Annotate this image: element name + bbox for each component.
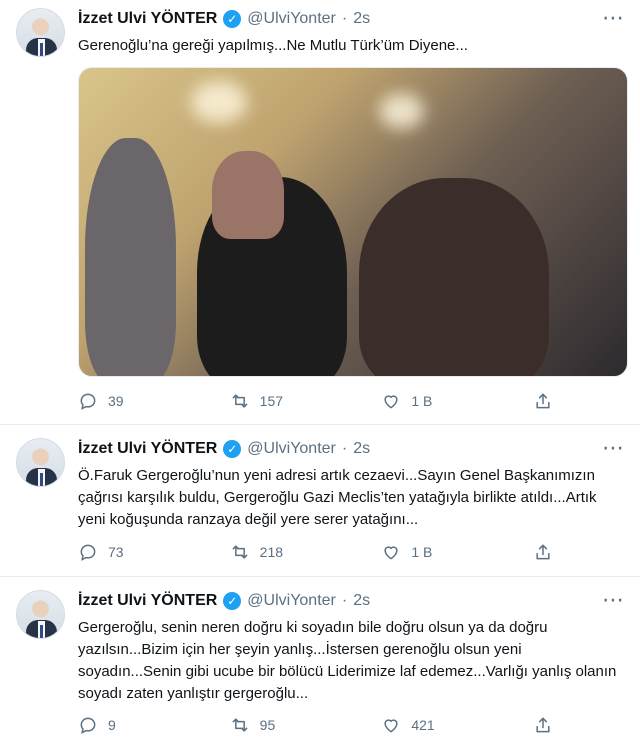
retweet-count: 218 — [259, 544, 284, 560]
author-name[interactable]: İzzet Ulvi YÖNTER — [78, 440, 217, 458]
more-options-icon[interactable]: ⋯ — [602, 435, 624, 461]
tweet-3[interactable]: İzzet Ulvi YÖNTER ✓ @UlviYonter · 2s ⋯ G… — [0, 578, 640, 748]
tweet-text: Gerenoğlu’na gereği yapılmış...Ne Mutlu … — [78, 37, 468, 54]
retweet-icon — [230, 542, 250, 562]
retweet-button[interactable]: 95 — [230, 715, 300, 735]
author-name[interactable]: İzzet Ulvi YÖNTER — [78, 592, 217, 610]
author-name[interactable]: İzzet Ulvi YÖNTER — [78, 10, 217, 28]
heart-icon — [381, 715, 401, 735]
tweet-header: İzzet Ulvi YÖNTER ✓ @UlviYonter · 2s — [78, 590, 370, 612]
tweet-text: Ö.Faruk Gergeroğlu’nun yeni adresi artık… — [78, 467, 597, 528]
avatar[interactable] — [16, 438, 65, 487]
share-button[interactable] — [533, 391, 553, 411]
share-icon — [533, 391, 553, 411]
like-button[interactable]: 421 — [381, 715, 451, 735]
heart-icon — [381, 542, 401, 562]
timestamp[interactable]: 2s — [353, 592, 370, 610]
retweet-count: 157 — [259, 393, 284, 409]
like-button[interactable]: 1 B — [381, 542, 451, 562]
verified-badge-icon: ✓ — [223, 440, 242, 458]
author-handle[interactable]: @UlviYonter — [247, 592, 336, 610]
separator-dot: · — [341, 592, 348, 609]
reply-icon — [78, 542, 98, 562]
separator-dot: · — [341, 440, 348, 457]
retweet-icon — [230, 391, 250, 411]
tweet-actions: 73 218 1 B — [78, 542, 553, 562]
verified-badge-icon: ✓ — [223, 592, 242, 610]
retweet-count: 95 — [259, 717, 276, 733]
like-count: 1 B — [411, 393, 433, 409]
tweet-1[interactable]: İzzet Ulvi YÖNTER ✓ @UlviYonter · 2s ⋯ G… — [0, 0, 640, 425]
reply-count: 73 — [108, 544, 124, 560]
like-button[interactable]: 1 B — [381, 391, 451, 411]
separator-dot: · — [341, 10, 348, 27]
avatar[interactable] — [16, 590, 65, 639]
avatar[interactable] — [16, 8, 65, 57]
reply-icon — [78, 391, 98, 411]
share-button[interactable] — [533, 542, 553, 562]
tweet-header: İzzet Ulvi YÖNTER ✓ @UlviYonter · 2s — [78, 8, 370, 30]
reply-count: 9 — [108, 717, 116, 733]
share-icon — [533, 715, 553, 735]
reply-count: 39 — [108, 393, 124, 409]
retweet-button[interactable]: 157 — [230, 391, 300, 411]
tweet-actions: 39 157 1 B — [78, 391, 553, 411]
retweet-button[interactable]: 218 — [230, 542, 300, 562]
reply-button[interactable]: 73 — [78, 542, 148, 562]
like-count: 421 — [411, 717, 435, 733]
reply-icon — [78, 715, 98, 735]
author-handle[interactable]: @UlviYonter — [247, 440, 336, 458]
verified-badge-icon: ✓ — [223, 10, 242, 28]
reply-button[interactable]: 39 — [78, 391, 148, 411]
tweet-actions: 9 95 421 — [78, 715, 553, 735]
reply-button[interactable]: 9 — [78, 715, 148, 735]
timestamp[interactable]: 2s — [353, 440, 370, 458]
share-button[interactable] — [533, 715, 553, 735]
timestamp[interactable]: 2s — [353, 10, 370, 28]
tweet-2[interactable]: İzzet Ulvi YÖNTER ✓ @UlviYonter · 2s ⋯ Ö… — [0, 426, 640, 577]
share-icon — [533, 542, 553, 562]
tweet-video-thumbnail[interactable] — [78, 67, 628, 377]
more-options-icon[interactable]: ⋯ — [602, 587, 624, 613]
like-count: 1 B — [411, 544, 433, 560]
tweet-header: İzzet Ulvi YÖNTER ✓ @UlviYonter · 2s — [78, 438, 370, 460]
author-handle[interactable]: @UlviYonter — [247, 10, 336, 28]
more-options-icon[interactable]: ⋯ — [602, 5, 624, 31]
heart-icon — [381, 391, 401, 411]
tweet-text: Gergeroğlu, senin neren doğru ki soyadın… — [78, 619, 617, 702]
retweet-icon — [230, 715, 250, 735]
